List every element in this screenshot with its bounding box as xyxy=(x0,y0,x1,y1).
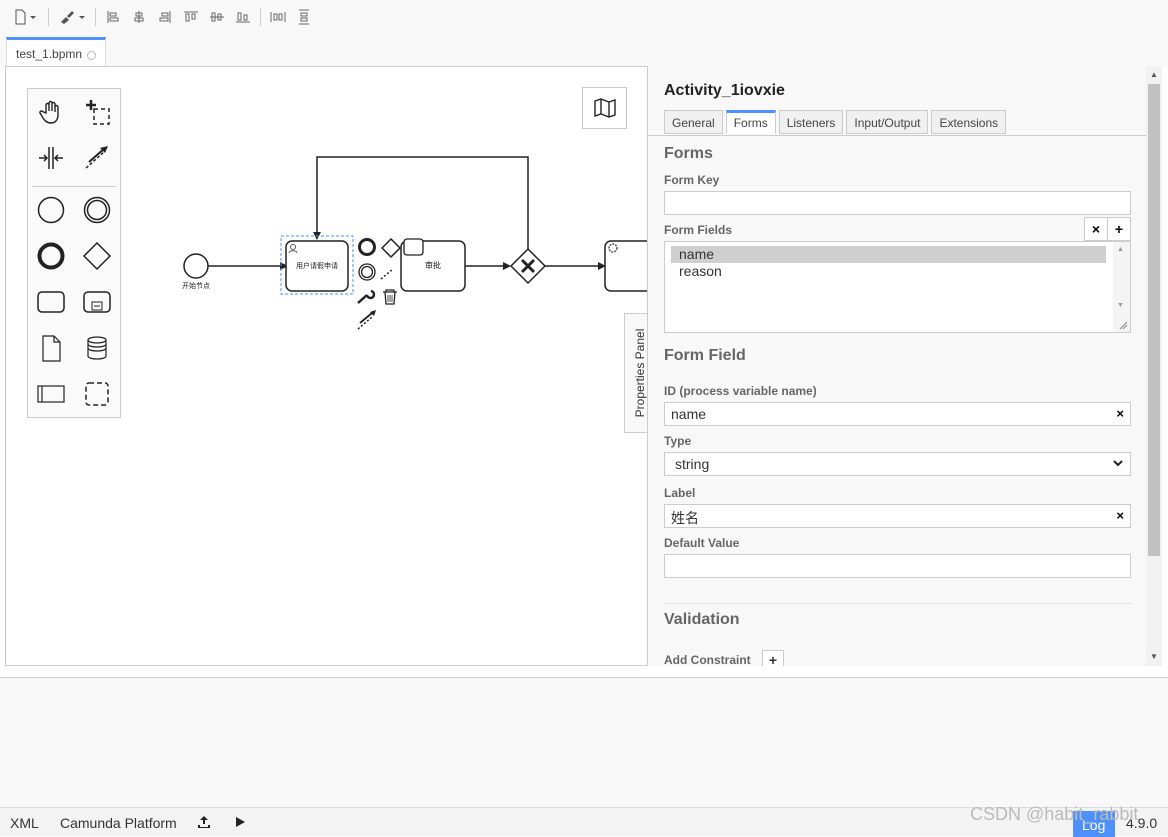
start-event[interactable]: 开始节点 xyxy=(182,253,210,290)
align-left-button[interactable] xyxy=(100,4,126,30)
label-label: Label xyxy=(664,486,696,500)
append-gateway-icon[interactable] xyxy=(380,237,402,259)
tab-forms[interactable]: Forms xyxy=(725,110,776,134)
append-end-event-icon[interactable] xyxy=(358,238,376,256)
chevron-down-icon xyxy=(1113,460,1123,467)
type-select-value: string xyxy=(675,456,710,472)
form-field-heading: Form Field xyxy=(664,347,746,364)
label-input[interactable]: 姓名 × xyxy=(664,504,1131,528)
close-tab-icon[interactable] xyxy=(87,51,96,60)
properties-tabs: General Forms Listeners Input/Output Ext… xyxy=(664,110,1009,136)
toolbar-divider xyxy=(48,8,49,26)
scroll-down-icon[interactable]: ▼ xyxy=(1146,648,1162,664)
wrench-icon[interactable] xyxy=(357,289,376,304)
properties-panel-toggle-label: Properties Panel xyxy=(632,328,647,418)
list-scrollbar[interactable]: ▲ ▼ xyxy=(1113,242,1130,332)
approval-task-label: 审批 xyxy=(425,260,441,270)
modeler-canvas[interactable]: 开始节点 用户请假申请 审批 Properties Panel xyxy=(5,66,654,666)
tab-extensions[interactable]: Extensions xyxy=(931,110,1007,134)
toolbar xyxy=(0,0,1168,34)
align-right-button[interactable] xyxy=(152,4,178,30)
service-task[interactable] xyxy=(604,240,649,292)
form-fields-label: Form Fields xyxy=(664,223,733,237)
validation-heading: Validation xyxy=(664,611,740,628)
default-value-label: Default Value xyxy=(664,536,740,550)
xml-button[interactable]: XML xyxy=(10,815,39,831)
align-middle-icon xyxy=(210,12,224,22)
element-id-title: Activity_1iovxie xyxy=(664,82,785,99)
forms-heading: Forms xyxy=(664,145,713,162)
label-input-value: 姓名 xyxy=(671,510,699,526)
list-item[interactable]: reason xyxy=(671,263,1106,280)
properties-panel: Activity_1iovxie General Forms Listeners… xyxy=(647,66,1146,666)
type-label: Type xyxy=(664,434,692,448)
section-divider xyxy=(664,603,1131,604)
form-fields-list[interactable]: name reason ▲ ▼ xyxy=(664,241,1131,333)
type-select[interactable]: string xyxy=(664,452,1131,476)
scrollbar-thumb[interactable] xyxy=(1148,84,1160,556)
new-file-button[interactable] xyxy=(6,4,44,30)
form-key-label: Form Key xyxy=(664,173,720,187)
delete-icon[interactable] xyxy=(383,289,397,305)
start-event-label: 开始节点 xyxy=(182,281,210,290)
list-item[interactable]: name xyxy=(671,246,1106,263)
exclusive-gateway[interactable] xyxy=(509,247,547,285)
bpmn-diagram: 开始节点 用户请假申请 审批 xyxy=(182,156,649,330)
align-bottom-icon xyxy=(236,12,250,23)
id-input[interactable]: name × xyxy=(664,402,1131,426)
tab-listeners[interactable]: Listeners xyxy=(778,110,844,134)
file-tab[interactable]: test_1.bpmn xyxy=(6,37,106,67)
distribute-vertical-icon xyxy=(299,9,309,25)
distribute-horizontal-button[interactable] xyxy=(265,4,291,30)
color-button[interactable] xyxy=(53,4,91,30)
form-key-input[interactable] xyxy=(664,191,1131,215)
align-middle-button[interactable] xyxy=(204,4,230,30)
default-value-input[interactable] xyxy=(664,554,1131,578)
add-constraint-label: Add Constraint xyxy=(664,653,751,666)
id-label: ID (process variable name) xyxy=(664,384,817,398)
tab-bar: test_1.bpmn xyxy=(0,34,1168,67)
add-constraint-button[interactable]: + xyxy=(762,650,784,666)
align-center-icon xyxy=(134,11,144,23)
paint-brush-icon xyxy=(61,11,85,24)
log-panel xyxy=(0,677,1168,807)
connect-icon[interactable] xyxy=(380,268,394,280)
arrowhead xyxy=(503,262,511,270)
clear-id-icon[interactable]: × xyxy=(1116,406,1124,421)
remove-form-field-button[interactable]: × xyxy=(1084,217,1108,241)
user-task-label: 用户请假申请 xyxy=(296,261,338,270)
align-bottom-button[interactable] xyxy=(230,4,256,30)
user-task-leave-request[interactable]: 用户请假申请 xyxy=(285,240,349,292)
scroll-up-icon[interactable]: ▲ xyxy=(1117,246,1124,253)
add-form-field-button[interactable]: + xyxy=(1107,217,1131,241)
tab-general[interactable]: General xyxy=(664,110,723,134)
play-icon[interactable] xyxy=(234,816,246,828)
align-top-button[interactable] xyxy=(178,4,204,30)
distribute-vertical-button[interactable] xyxy=(291,4,317,30)
resize-handle-icon[interactable] xyxy=(1119,321,1128,330)
id-input-value: name xyxy=(671,406,707,422)
align-left-icon xyxy=(107,11,119,23)
scroll-up-icon[interactable]: ▲ xyxy=(1146,66,1162,82)
align-center-button[interactable] xyxy=(126,4,152,30)
scroll-down-icon[interactable]: ▼ xyxy=(1117,302,1124,309)
file-tab-title: test_1.bpmn xyxy=(16,47,83,61)
toolbar-divider xyxy=(95,8,96,26)
append-connection-icon[interactable] xyxy=(357,310,376,330)
toolbar-divider xyxy=(260,8,261,26)
align-right-icon xyxy=(159,11,171,23)
watermark: CSDN @habit_rabbit xyxy=(970,804,1139,824)
file-icon xyxy=(15,9,36,25)
tab-input-output[interactable]: Input/Output xyxy=(846,110,929,134)
platform-button[interactable]: Camunda Platform xyxy=(60,815,177,831)
align-top-icon xyxy=(184,11,198,22)
deploy-icon[interactable] xyxy=(197,815,211,829)
clear-label-icon[interactable]: × xyxy=(1116,508,1124,523)
distribute-horizontal-icon xyxy=(270,12,286,22)
properties-scrollbar[interactable]: ▲ ▼ xyxy=(1146,66,1162,666)
tabs-divider xyxy=(648,135,1146,136)
